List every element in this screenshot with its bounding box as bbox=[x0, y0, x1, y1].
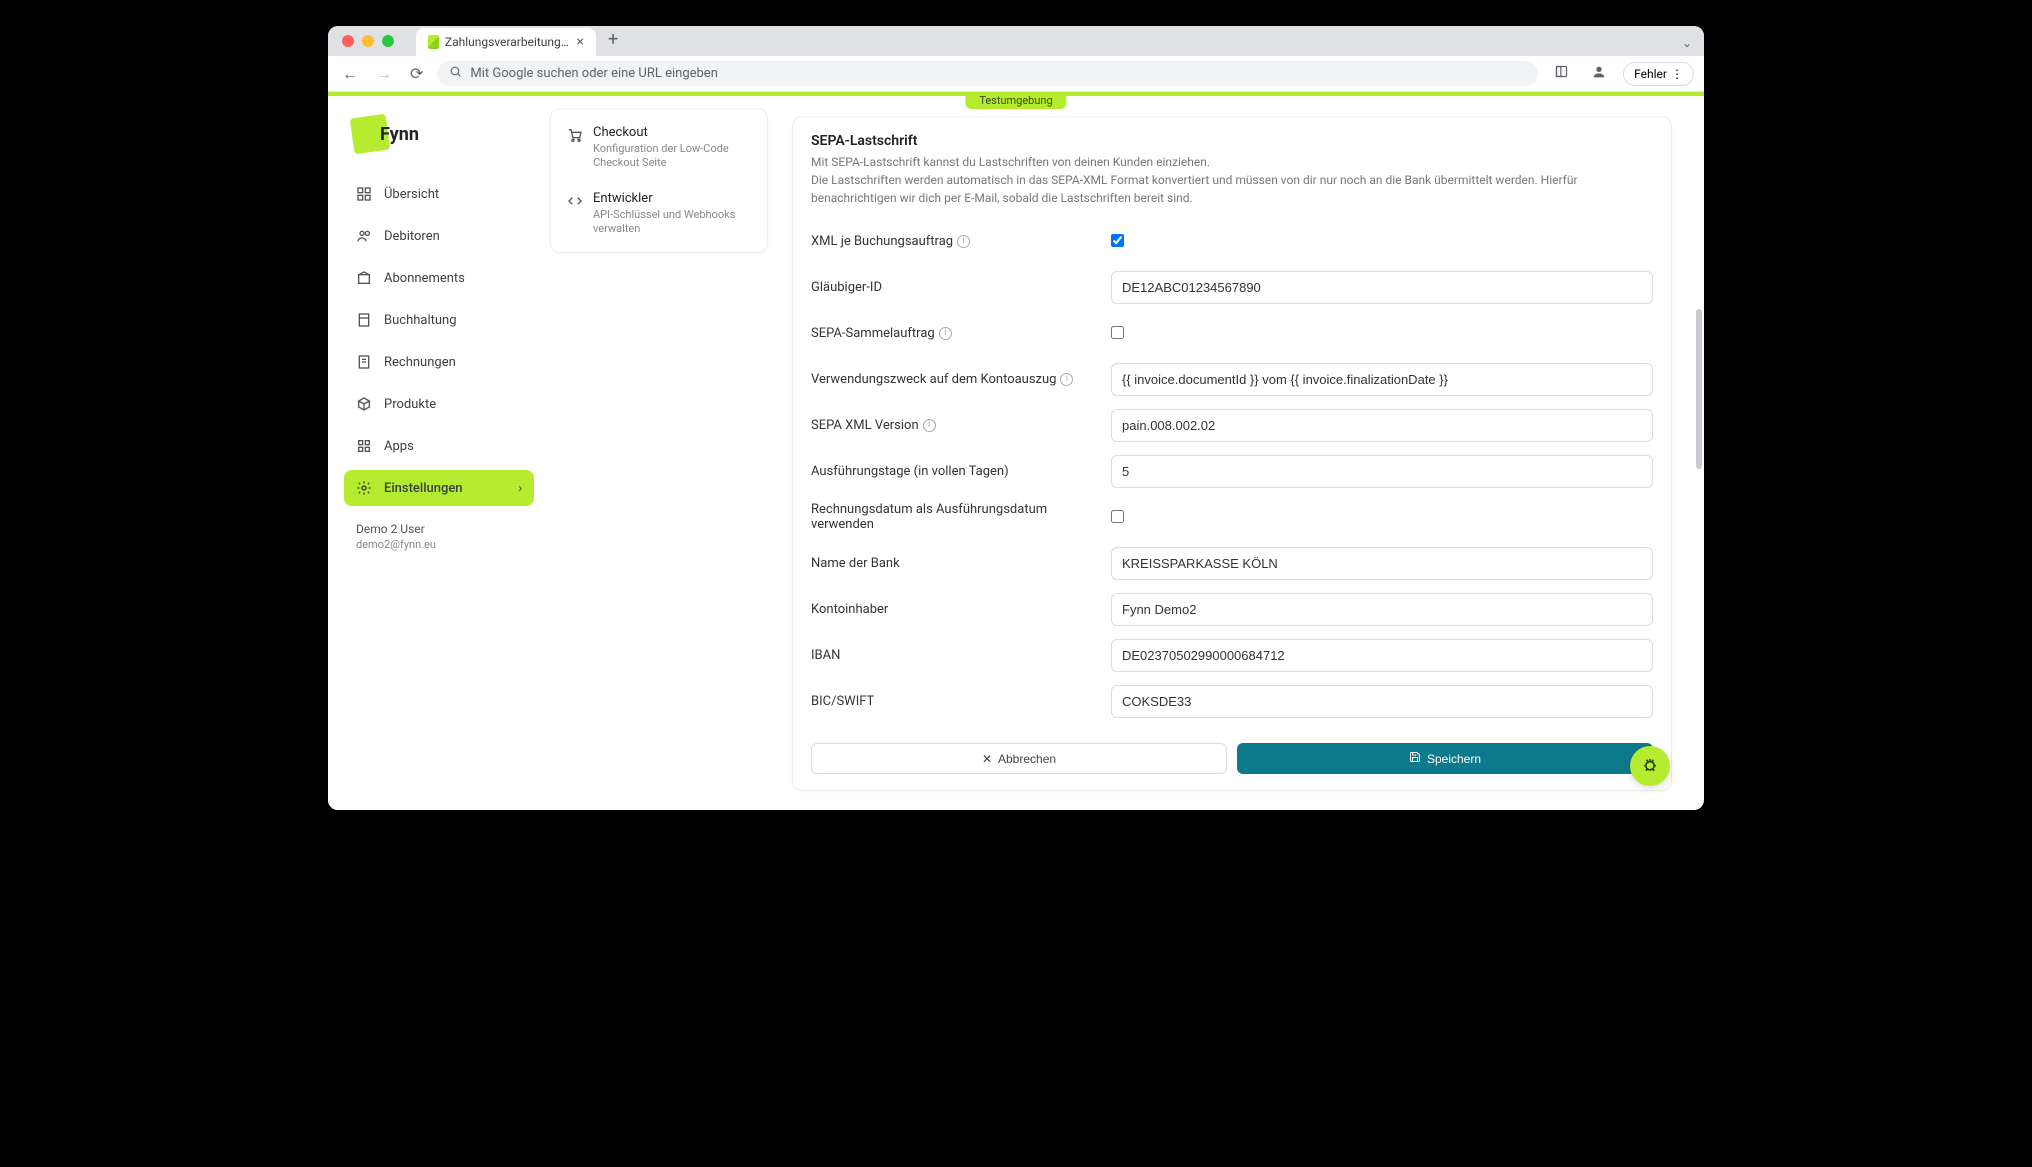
minimize-window[interactable] bbox=[362, 35, 374, 47]
install-icon[interactable] bbox=[1548, 60, 1575, 87]
reload-button[interactable]: ⟳ bbox=[406, 60, 427, 87]
cube-icon bbox=[356, 396, 372, 412]
tab-title: Zahlungsverarbeitung - Fynn V bbox=[445, 35, 571, 49]
subnav-item-developer[interactable]: Entwickler API-Schlüssel und Webhooks ve… bbox=[551, 181, 767, 247]
sidebar: Fynn Übersicht Debitoren Abonnements bbox=[328, 92, 550, 810]
bank-name-input[interactable] bbox=[1111, 547, 1653, 580]
logo-text: Fynn bbox=[380, 124, 419, 145]
cart-icon bbox=[567, 127, 583, 143]
sidebar-item-invoices[interactable]: Rechnungen bbox=[344, 344, 534, 380]
batch-checkbox[interactable] bbox=[1111, 326, 1124, 339]
profile-icon[interactable] bbox=[1585, 60, 1613, 88]
logo[interactable]: Fynn bbox=[352, 116, 526, 152]
purpose-input[interactable] bbox=[1111, 363, 1653, 396]
calculator-icon bbox=[356, 312, 372, 328]
tabs-dropdown-icon[interactable]: ⌄ bbox=[1682, 36, 1692, 50]
users-icon bbox=[356, 228, 372, 244]
creditor-id-input[interactable] bbox=[1111, 271, 1653, 304]
forward-button[interactable]: → bbox=[372, 60, 396, 88]
error-indicator[interactable]: Fehler ⋮ bbox=[1623, 62, 1694, 86]
close-icon: ✕ bbox=[982, 752, 992, 766]
bic-input[interactable] bbox=[1111, 685, 1653, 718]
bug-icon bbox=[1640, 754, 1660, 779]
info-icon[interactable]: i bbox=[923, 419, 936, 432]
iban-input[interactable] bbox=[1111, 639, 1653, 672]
sidebar-item-subscriptions[interactable]: Abonnements bbox=[344, 260, 534, 296]
new-tab-button[interactable]: + bbox=[608, 29, 618, 50]
exec-days-input[interactable] bbox=[1111, 455, 1653, 488]
box-icon bbox=[356, 270, 372, 286]
save-button[interactable]: Speichern bbox=[1237, 743, 1653, 774]
sidebar-item-settings[interactable]: Einstellungen › bbox=[344, 470, 534, 506]
sidebar-item-apps[interactable]: Apps bbox=[344, 428, 534, 464]
cancel-button[interactable]: ✕ Abbrechen bbox=[811, 743, 1227, 774]
info-icon[interactable]: i bbox=[957, 235, 970, 248]
browser-tab[interactable]: Zahlungsverarbeitung - Fynn V × bbox=[416, 28, 596, 56]
use-invoice-date-checkbox[interactable] bbox=[1111, 510, 1124, 523]
chevron-right-icon: › bbox=[518, 481, 522, 495]
scrollbar-thumb[interactable] bbox=[1696, 309, 1702, 469]
feedback-fab[interactable] bbox=[1630, 746, 1670, 786]
sidebar-item-debtors[interactable]: Debitoren bbox=[344, 218, 534, 254]
save-icon bbox=[1409, 751, 1421, 766]
sepa-description: Mit SEPA-Lastschrift kannst du Lastschri… bbox=[811, 153, 1653, 207]
scrollbar[interactable] bbox=[1694, 96, 1702, 806]
back-button[interactable]: ← bbox=[338, 60, 362, 88]
sidebar-item-products[interactable]: Produkte bbox=[344, 386, 534, 422]
xml-version-input[interactable] bbox=[1111, 409, 1653, 442]
sidebar-item-accounting[interactable]: Buchhaltung bbox=[344, 302, 534, 338]
document-icon bbox=[356, 354, 372, 370]
info-icon[interactable]: i bbox=[1060, 373, 1073, 386]
holder-input[interactable] bbox=[1111, 593, 1653, 626]
address-bar[interactable]: Mit Google suchen oder eine URL eingeben bbox=[437, 61, 1538, 86]
env-badge: Testumgebung bbox=[965, 92, 1066, 109]
menu-dots-icon: ⋮ bbox=[1671, 67, 1683, 81]
close-window[interactable] bbox=[342, 35, 354, 47]
address-placeholder: Mit Google suchen oder eine URL eingeben bbox=[470, 66, 717, 81]
close-tab-icon[interactable]: × bbox=[577, 34, 584, 50]
sepa-title: SEPA-Lastschrift bbox=[811, 133, 1653, 149]
user-info[interactable]: Demo 2 User demo2@fynn.eu bbox=[328, 512, 550, 561]
info-icon[interactable]: i bbox=[939, 327, 952, 340]
tab-favicon bbox=[428, 35, 439, 49]
code-icon bbox=[567, 193, 583, 209]
maximize-window[interactable] bbox=[382, 35, 394, 47]
dashboard-icon bbox=[356, 186, 372, 202]
sidebar-item-overview[interactable]: Übersicht bbox=[344, 176, 534, 212]
search-icon bbox=[449, 65, 462, 82]
xml-job-checkbox[interactable] bbox=[1111, 234, 1124, 247]
subnav-item-checkout[interactable]: Checkout Konfiguration der Low-Code Chec… bbox=[551, 115, 767, 181]
gear-icon bbox=[356, 480, 372, 496]
grid-icon bbox=[356, 438, 372, 454]
